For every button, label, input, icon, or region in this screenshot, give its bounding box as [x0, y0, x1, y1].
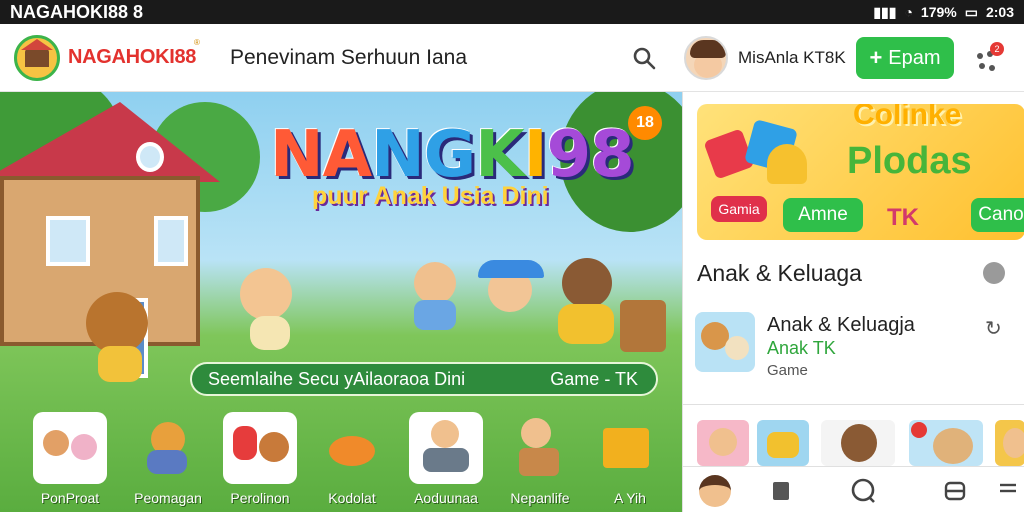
search-button[interactable]	[628, 42, 660, 74]
avatar	[699, 475, 731, 507]
thumbnail[interactable]	[995, 420, 1024, 466]
battery-text: 179%	[920, 4, 957, 20]
promo-tk: TK	[887, 204, 919, 231]
category-item[interactable]: Peomagan	[128, 412, 208, 506]
category-item[interactable]: PonProat	[30, 412, 110, 506]
battery-icon: ▭	[964, 3, 978, 20]
storage-icon	[944, 481, 966, 501]
app-icon	[695, 312, 755, 372]
bear-character	[86, 292, 148, 354]
bottom-nav	[683, 466, 1024, 512]
app-category: Anak TK	[767, 338, 836, 358]
brand-trademark: ®	[194, 38, 200, 47]
book-icon	[773, 482, 789, 500]
thumbnail[interactable]	[757, 420, 809, 466]
thumbnail[interactable]	[821, 420, 895, 466]
wifi-icon: ◔	[904, 4, 913, 20]
promo-pill-left[interactable]: Gamia	[711, 196, 767, 222]
thumbnail[interactable]	[697, 420, 749, 466]
promo-line-1: Colinke	[853, 104, 962, 131]
cta-label: Epam	[888, 46, 941, 69]
promo-line-2: Plodas	[847, 140, 972, 182]
category-row: PonProat Peomagan Perolinon Kodolat Aodu…	[0, 410, 682, 512]
avatar[interactable]	[684, 36, 728, 80]
page-title: Penevinam Serhuun Iana	[230, 46, 467, 69]
app-type: Game	[767, 362, 808, 379]
house-illustration	[0, 102, 220, 182]
thumbnail-row	[697, 420, 1024, 466]
app-logo[interactable]	[14, 35, 60, 81]
girl-character	[562, 258, 612, 308]
nav-storage[interactable]	[937, 473, 973, 509]
category-item[interactable]: Aoduunaa	[406, 412, 486, 506]
promo-pill-right[interactable]: Cano	[971, 198, 1024, 232]
hero-subtitle: puur Anak Usia Dini	[312, 182, 549, 210]
notifications-button[interactable]: 2	[972, 42, 1006, 76]
banner-left-text: Seemlaihe Secu yAilaoraoa Dini	[208, 368, 466, 389]
category-item[interactable]: Nepanlife	[500, 412, 580, 506]
baby-character	[240, 268, 292, 320]
status-bar: NAGAHOKI88 8 ▮▮▮ ◔ 179% ▭ 2:03	[0, 0, 1024, 24]
user-name: MisAnla KT8K	[738, 48, 846, 67]
refresh-icon[interactable]: ↻	[985, 316, 1002, 341]
nav-more[interactable]	[995, 473, 1021, 509]
section-title: Anak & Keluaga	[697, 260, 862, 286]
primary-cta-button[interactable]: + Epam	[856, 37, 954, 79]
brand-name: NAGAHOKI88	[68, 46, 197, 68]
clock-text: 2:03	[985, 4, 1014, 20]
chat-icon	[851, 478, 875, 503]
boy-character	[414, 262, 456, 304]
category-item[interactable]: A Yih	[590, 412, 670, 506]
notification-badge: 2	[990, 42, 1004, 56]
hero-title: NANGKI98	[270, 118, 635, 192]
app-name: Anak & Keluagja	[767, 314, 915, 336]
nav-library[interactable]	[763, 473, 799, 509]
banner-right-text: Game - TK	[550, 368, 638, 389]
hero-banner[interactable]: 18 NANGKI98 puur Anak Usia Dini Seemlaih…	[0, 92, 682, 512]
status-app-label: NAGAHOKI88 8	[10, 1, 144, 22]
promo-pill-mid[interactable]: Amne	[783, 198, 863, 232]
app-list-item[interactable]: Anak & Keluagja Anak TK Game ↻	[695, 310, 1015, 379]
promo-card[interactable]: Colinke Plodas Gamia Amne TK Cano	[697, 104, 1024, 240]
clock-icon[interactable]	[983, 262, 1005, 284]
divider	[683, 404, 1024, 405]
search-icon	[633, 47, 656, 70]
side-panel: Colinke Plodas Gamia Amne TK Cano Anak &…	[682, 92, 1024, 512]
thumbnail[interactable]	[909, 420, 983, 466]
menu-icon	[1000, 483, 1016, 493]
status-icons: ▮▮▮ ◔ 179% ▭ 2:03	[873, 4, 1014, 21]
hero-caption-banner[interactable]: Seemlaihe Secu yAilaoraoa Dini Game - TK	[190, 362, 658, 396]
nav-chat[interactable]	[845, 473, 881, 509]
app-header: NAGAHOKI88 ® Penevinam Serhuun Iana MisA…	[0, 24, 1024, 92]
signal-icon: ▮▮▮	[873, 3, 897, 20]
category-item[interactable]: Perolinon	[220, 412, 300, 506]
nav-home[interactable]	[697, 473, 733, 509]
plus-icon: +	[869, 45, 883, 70]
category-item[interactable]: Kodolat	[312, 412, 392, 506]
house-icon	[21, 39, 53, 67]
